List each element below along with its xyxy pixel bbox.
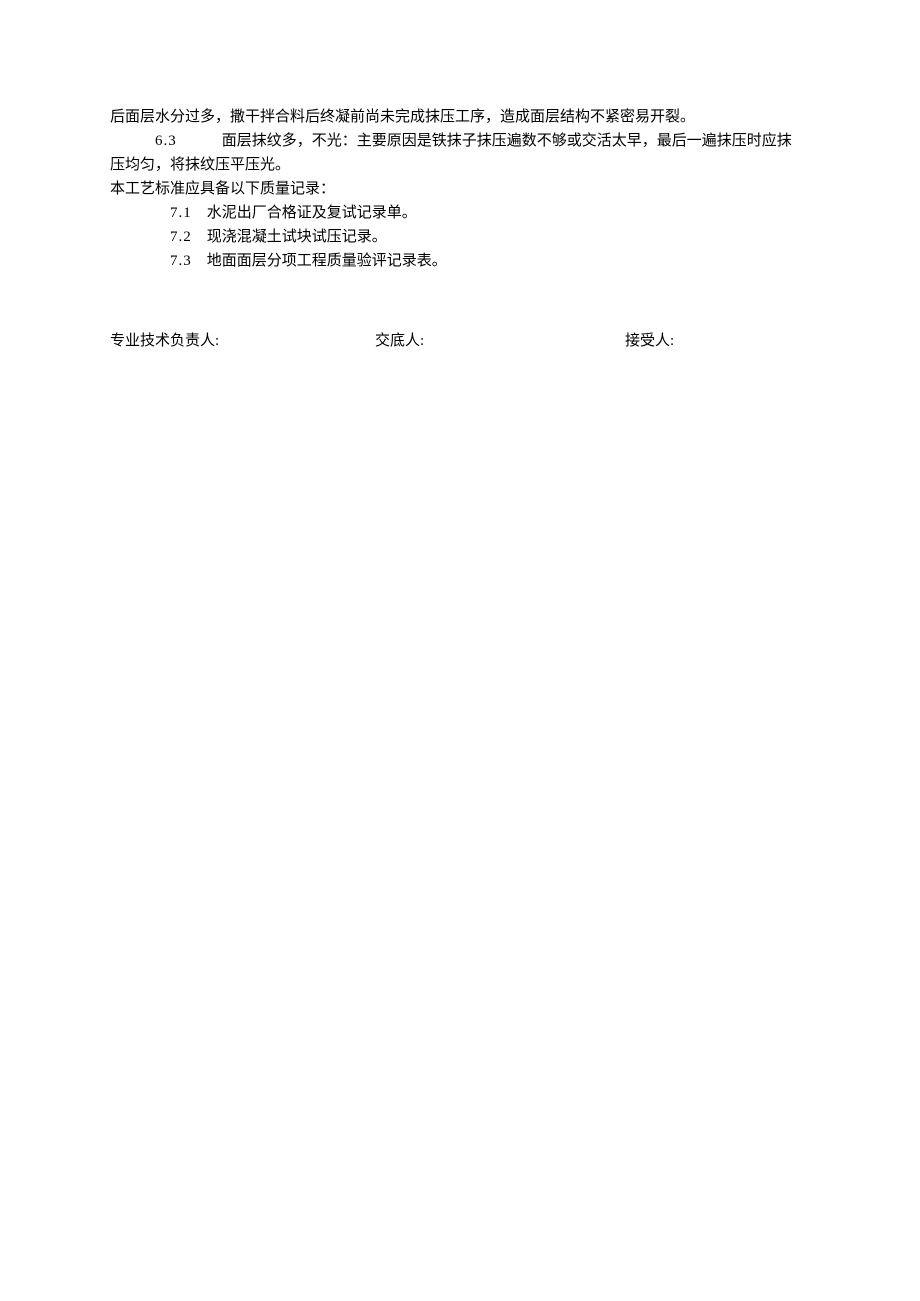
body-line-4: 本工艺标准应具备以下质量记录： <box>110 177 810 201</box>
item-7-2-text: 现浇混凝土试块试压记录。 <box>192 229 387 245</box>
body-line-2-text: 面层抹纹多，不光：主要原因是铁抹子抹压遍数不够或交活太早，最后一遍抹压时应抹 <box>177 133 792 149</box>
signature-receiver: 接受人: <box>625 329 810 353</box>
item-7-1-text: 水泥出厂合格证及复试记录单。 <box>192 205 417 221</box>
signature-row: 专业技术负责人: 交底人: 接受人: <box>110 329 810 353</box>
body-line-1: 后面层水分过多，撒干拌合料后终凝前尚未完成抹压工序，造成面层结构不紧密易开裂。 <box>110 105 810 129</box>
item-number-7-2: 7.2 <box>170 229 192 245</box>
item-7-3: 7.3 地面面层分项工程质量验评记录表。 <box>110 249 810 273</box>
signature-briefer: 交底人: <box>375 329 625 353</box>
item-7-3-text: 地面面层分项工程质量验评记录表。 <box>192 253 447 269</box>
item-number-7-3: 7.3 <box>170 253 192 269</box>
body-line-2: 6.3 面层抹纹多，不光：主要原因是铁抹子抹压遍数不够或交活太早，最后一遍抹压时… <box>110 129 810 153</box>
item-7-2: 7.2 现浇混凝土试块试压记录。 <box>110 225 810 249</box>
item-number-7-1: 7.1 <box>170 205 192 221</box>
item-7-1: 7.1 水泥出厂合格证及复试记录单。 <box>110 201 810 225</box>
section-number-6-3: 6.3 <box>155 133 177 149</box>
signature-tech-lead: 专业技术负责人: <box>110 329 375 353</box>
body-line-3: 压均匀，将抹纹压平压光。 <box>110 153 810 177</box>
